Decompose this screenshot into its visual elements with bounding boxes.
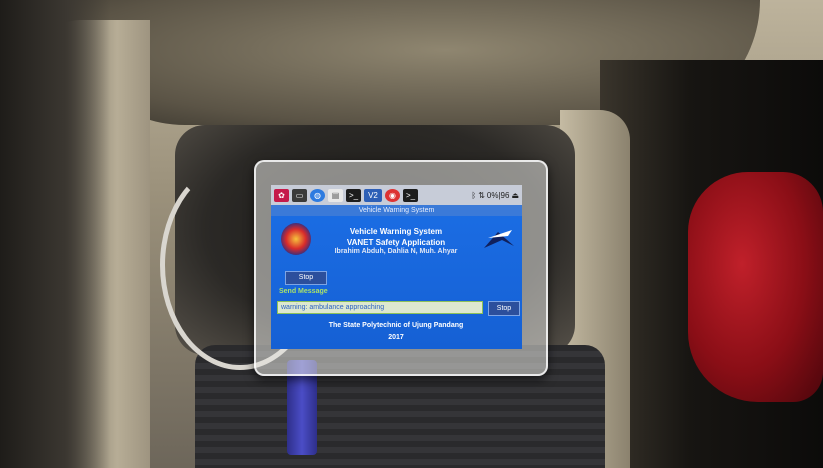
eject-icon[interactable]: ⏏ (511, 191, 519, 200)
polytechnic-logo (281, 223, 311, 255)
wifi-icon[interactable]: ⇅ (478, 191, 485, 200)
folder-icon[interactable]: ▤ (328, 188, 343, 202)
terminal-icon[interactable]: >_ (403, 188, 418, 202)
institution-label: The State Polytechnic of Ujung Pandang (328, 322, 464, 329)
send-message-label: Send Message (279, 288, 328, 295)
year-label: 2017 (388, 334, 404, 341)
raspberry-icon[interactable]: ✿ (274, 188, 289, 202)
message-input[interactable] (277, 301, 483, 314)
stop-send-button[interactable]: Stop (488, 301, 520, 316)
vnc-icon[interactable]: V2 (364, 188, 382, 202)
window-title: Vehicle Warning System (271, 205, 522, 216)
system-tray: ᛒ ⇅ 0%|96 ⏏ (471, 191, 522, 200)
terminal-icon[interactable]: ▭ (292, 188, 307, 202)
terminal-icon[interactable]: >_ (346, 188, 361, 202)
chrome-icon[interactable]: ◉ (385, 188, 400, 202)
taskbar: ✿ ▭ ◍ ▤ >_ V2 ◉ >_ ᛒ ⇅ 0%|96 ⏏ (271, 185, 522, 205)
lcd-screen: ✿ ▭ ◍ ▤ >_ V2 ◉ >_ ᛒ ⇅ 0%|96 ⏏ Vehicle W… (271, 185, 522, 349)
globe-icon[interactable]: ◍ (310, 188, 325, 202)
authors: Ibrahim Abduh, Dahlia N, Muh. Ahyar (334, 248, 458, 255)
tray-status: 0%|96 (486, 190, 510, 200)
stop-button[interactable]: Stop (285, 271, 327, 285)
bluetooth-icon[interactable]: ᛒ (471, 191, 476, 200)
app-heading: Vehicle Warning System (349, 227, 443, 236)
app-subheading: VANET Safety Application (346, 238, 446, 247)
red-plush-toy (688, 172, 823, 402)
vanet-logo (484, 230, 514, 248)
left-shadow (0, 0, 110, 468)
